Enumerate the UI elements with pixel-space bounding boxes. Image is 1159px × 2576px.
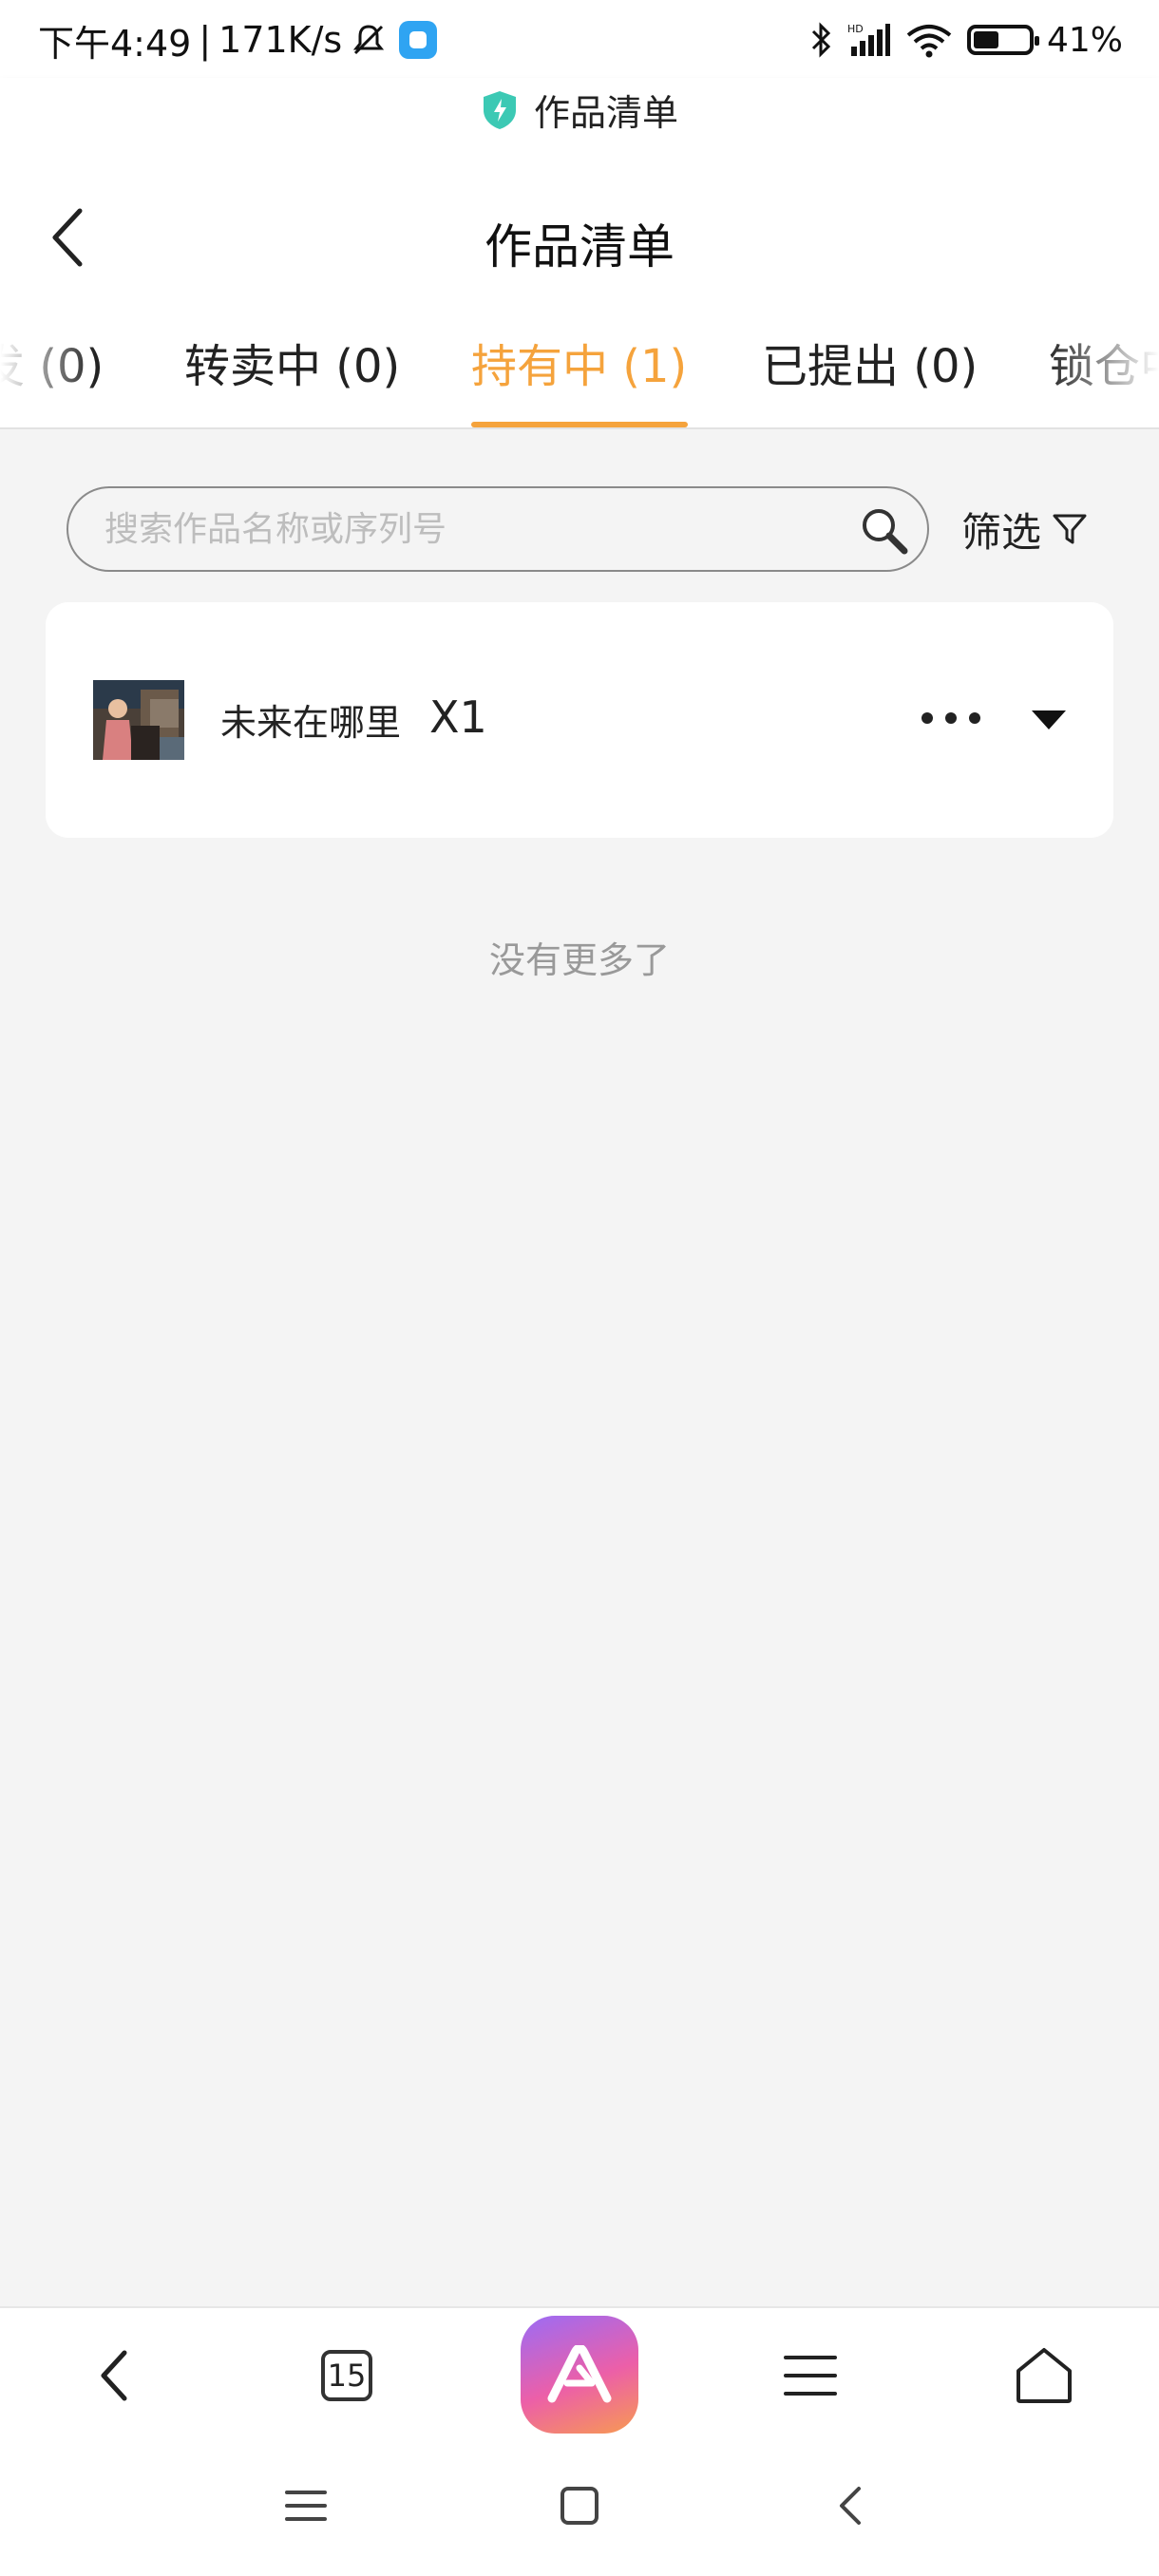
tab-reselling[interactable]: 转卖中 (0) xyxy=(184,329,400,395)
tab-count: 15 xyxy=(321,2350,372,2401)
site-title-row: 作品清单 xyxy=(0,84,1159,136)
artwork-thumbnail xyxy=(93,680,184,760)
system-navigation-bar xyxy=(0,2441,1159,2576)
home-icon xyxy=(1016,2348,1072,2403)
status-time: 下午4:49 xyxy=(38,22,192,65)
filter-label: 筛选 xyxy=(961,508,1042,556)
page-header: 作品清单 xyxy=(0,173,1159,302)
tab-withdrawn[interactable]: 已提出 (0) xyxy=(762,329,978,395)
ai-logo-icon xyxy=(547,2345,612,2403)
tab-distributed[interactable]: 发 (0) xyxy=(0,329,104,395)
status-bar: 下午4:49 | 171K/s HD 41% xyxy=(0,0,1159,78)
page-title: 作品清单 xyxy=(484,219,674,275)
back-arrow-icon xyxy=(101,2350,127,2401)
menu-icon xyxy=(784,2356,837,2396)
artwork-name: 未来在哪里 xyxy=(220,702,402,744)
ai-assistant-button[interactable] xyxy=(521,2316,638,2434)
battery-level: 41% xyxy=(1046,20,1123,60)
browser-site-bar: 作品清单 xyxy=(0,78,1159,173)
status-net-speed: 171K/s xyxy=(218,19,343,61)
tabs-button[interactable]: 15 xyxy=(304,2333,390,2418)
signal-icon: HD xyxy=(847,23,890,56)
filter-funnel-icon xyxy=(1053,514,1087,544)
browser-back-button[interactable] xyxy=(72,2333,158,2418)
search-icon[interactable] xyxy=(857,503,910,557)
recent-apps-icon[interactable] xyxy=(277,2477,334,2534)
artwork-card[interactable]: 未来在哪里 X1 xyxy=(46,602,1113,838)
site-title: 作品清单 xyxy=(533,92,678,134)
app-notification-icon xyxy=(399,21,438,59)
secure-shield-icon xyxy=(483,90,516,129)
search-bar[interactable] xyxy=(66,486,929,572)
browser-menu-button[interactable] xyxy=(768,2333,853,2418)
system-home-icon[interactable] xyxy=(551,2477,608,2534)
status-left: 下午4:49 | 171K/s xyxy=(38,19,438,65)
more-options-icon[interactable] xyxy=(918,707,984,729)
battery-icon xyxy=(966,25,1039,55)
artwork-quantity: X1 xyxy=(429,691,487,743)
no-more-text: 没有更多了 xyxy=(488,939,670,981)
status-tabs: 发 (0) 转卖中 (0) 持有中 (1) 已提出 (0) 锁仓中 xyxy=(0,302,1159,429)
notification-muted-icon xyxy=(353,25,385,55)
tab-locked[interactable]: 锁仓中 xyxy=(1049,329,1159,395)
status-right: HD 41% xyxy=(809,20,1123,60)
bluetooth-icon xyxy=(811,22,831,58)
wifi-icon xyxy=(906,25,952,58)
active-tab-indicator xyxy=(471,422,688,427)
filter-button[interactable]: 筛选 xyxy=(961,498,1089,560)
tab-holding[interactable]: 持有中 (1) xyxy=(471,329,687,395)
browser-home-button[interactable] xyxy=(1001,2333,1087,2418)
status-separator: | xyxy=(199,19,212,61)
expand-triangle-icon[interactable] xyxy=(1030,709,1068,731)
search-input[interactable] xyxy=(104,488,846,570)
browser-bottom-bar: 15 xyxy=(0,2306,1159,2441)
svg-text:HD: HD xyxy=(847,23,864,35)
system-back-icon[interactable] xyxy=(823,2477,880,2534)
